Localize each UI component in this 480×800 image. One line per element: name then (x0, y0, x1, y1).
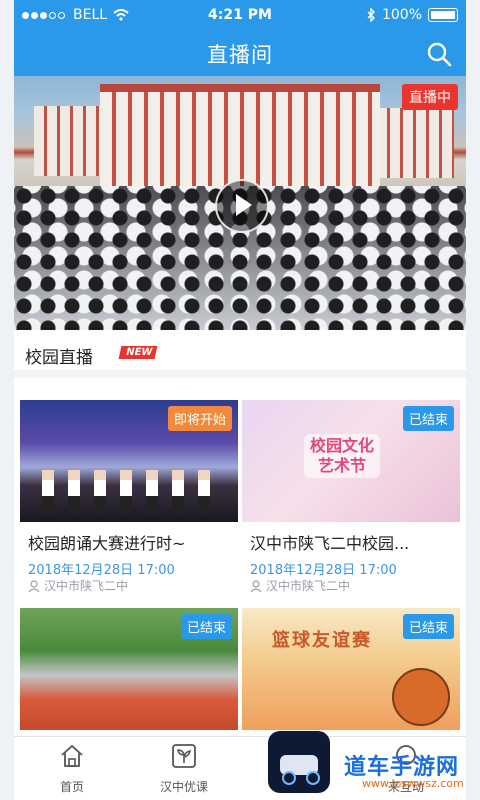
new-badge: NEW (118, 346, 158, 359)
card-image: 校园文化 艺术节 已结束 (242, 400, 460, 522)
card-image: 即将开始 (20, 400, 238, 522)
user-icon (28, 579, 40, 592)
status-badge: 已结束 (402, 614, 454, 639)
search-icon[interactable] (426, 41, 452, 67)
school-building (100, 84, 380, 188)
card-location: 汉中市陕飞二中 (28, 577, 128, 594)
section-divider (14, 370, 466, 378)
tab-home[interactable]: 首页 (32, 743, 112, 795)
live-status-badge: 直播中 (402, 84, 458, 110)
play-icon[interactable] (215, 179, 269, 233)
card-date: 2018年12月28日 17:00 (250, 563, 397, 578)
bottom-tab-bar: 首页 汉中优课 来互动 道车手游网 www.lnswwsz.com (14, 731, 466, 800)
tab-courses[interactable]: 汉中优课 (144, 743, 224, 795)
status-bar: BELL 4:21 PM 100% (14, 0, 466, 32)
sprout-icon (172, 744, 196, 768)
status-badge: 已结束 (402, 406, 454, 431)
basketball-graphic (392, 668, 450, 726)
page-title: 直播间 (207, 43, 273, 67)
app-screen: BELL 4:21 PM 100% 直播间 直播中 校园直播 NEW 即将开始 (14, 0, 466, 800)
section-title: 校园直播 (25, 348, 93, 368)
card-image: 已结束 (20, 608, 238, 730)
card-date: 2018年12月28日 17:00 (28, 563, 175, 578)
card-image-caption: 篮球友谊赛 (272, 630, 372, 651)
live-card-basketball-match[interactable]: 篮球友谊赛 已结束 (242, 608, 460, 736)
watermark-url: www.lnswwsz.com (362, 777, 464, 790)
user-icon (250, 579, 262, 592)
live-card-basketball-kids[interactable]: 已结束 (20, 608, 238, 736)
live-hero-banner[interactable]: 直播中 (14, 76, 466, 330)
card-image: 篮球友谊赛 已结束 (242, 608, 460, 730)
battery-percent: 100% (381, 7, 422, 23)
nav-bar: 直播间 (14, 32, 466, 76)
status-badge: 已结束 (180, 614, 232, 639)
card-image-caption: 校园文化 艺术节 (304, 434, 381, 478)
battery-icon (428, 8, 458, 22)
live-card-art-festival[interactable]: 校园文化 艺术节 已结束 汉中市陕飞二中校园... 2018年12月28日 17:… (242, 400, 460, 600)
card-location: 汉中市陕飞二中 (250, 577, 350, 594)
card-title: 汉中市陕飞二中校园... (250, 534, 410, 553)
watermark-logo-icon (268, 731, 330, 793)
bluetooth-icon (367, 8, 375, 22)
status-badge: 即将开始 (167, 406, 232, 431)
live-card-recitation[interactable]: 即将开始 校园朗诵大赛进行时~ 2018年12月28日 17:00 汉中市陕飞二… (20, 400, 238, 600)
card-title: 校园朗诵大赛进行时~ (28, 534, 186, 553)
home-icon (61, 744, 83, 767)
